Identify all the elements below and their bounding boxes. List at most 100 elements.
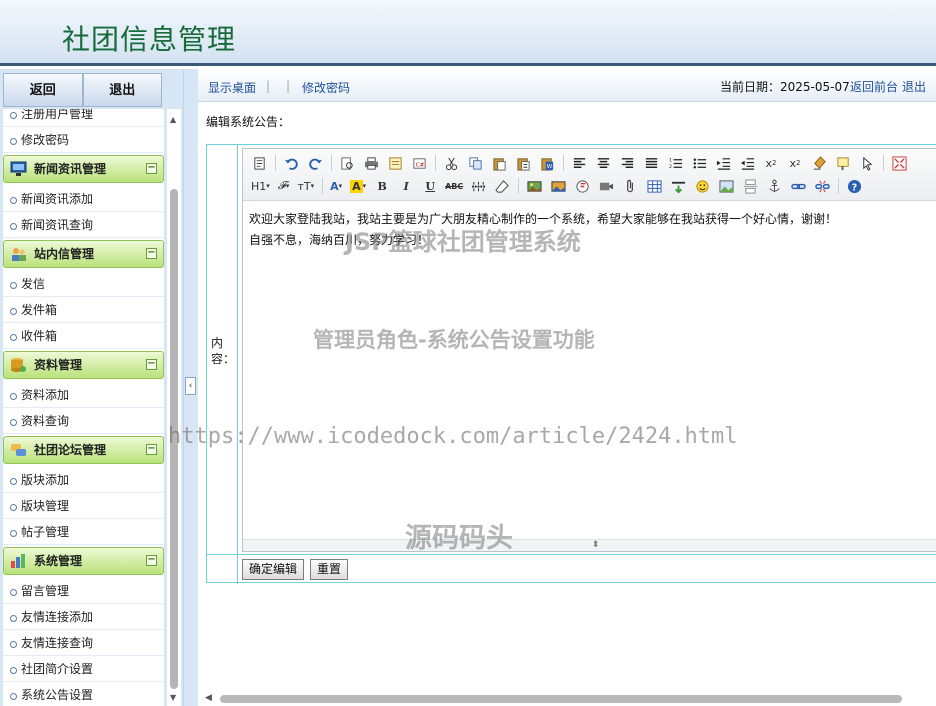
sidebar-item-message-manage[interactable]: 留言管理: [3, 578, 164, 604]
menu-group-forum[interactable]: 社团论坛管理 −: [3, 436, 164, 464]
clear-format-icon[interactable]: [809, 153, 829, 173]
attachment-icon[interactable]: [620, 176, 640, 196]
subscript-icon[interactable]: x2: [761, 153, 781, 173]
insert-row-icon[interactable]: [668, 176, 688, 196]
content-line: 欢迎大家登陆我站，我站主要是为广大朋友精心制作的一个系统，希望大家能够在我站获得…: [249, 212, 838, 226]
image-icon[interactable]: [524, 176, 544, 196]
back-front-link[interactable]: 返回前台: [850, 78, 898, 95]
sidebar-item-link-add[interactable]: 友情连接添加: [3, 604, 164, 630]
menu-group-system[interactable]: 系统管理 −: [3, 547, 164, 575]
paste-word-icon[interactable]: W: [537, 153, 557, 173]
sidebar-item-post-manage[interactable]: 帖子管理: [3, 519, 164, 545]
italic-icon[interactable]: I: [396, 176, 416, 196]
highlight-color-icon[interactable]: A ▾: [348, 176, 368, 196]
undo-icon[interactable]: [281, 153, 301, 173]
sidebar-item-board-add[interactable]: 版块添加: [3, 467, 164, 493]
unordered-list-icon[interactable]: [689, 153, 709, 173]
emoticon-icon[interactable]: [692, 176, 712, 196]
sidebar-item-docs-add[interactable]: 资料添加: [3, 382, 164, 408]
font-family-dropdown[interactable]: 𝓕 ▾: [276, 176, 292, 196]
help-icon[interactable]: ?: [844, 176, 864, 196]
submit-button[interactable]: 确定编辑: [242, 559, 305, 580]
indent-icon[interactable]: [713, 153, 733, 173]
preview-icon[interactable]: [337, 153, 357, 173]
fullscreen-icon[interactable]: [889, 153, 909, 173]
menu-group-label: 站内信管理: [34, 247, 95, 261]
sidebar-item-user-manage[interactable]: 注册用户管理: [3, 109, 164, 127]
collapse-icon[interactable]: −: [146, 163, 157, 174]
logout-link[interactable]: 退出: [902, 78, 926, 95]
flash-icon[interactable]: [572, 176, 592, 196]
sidebar: 返回 退出 注册用户管理 修改密码 新闻资讯管理 − 新闻资讯添加 新闻资讯查询…: [0, 69, 183, 706]
sidebar-item-outbox[interactable]: 发件箱: [3, 297, 164, 323]
scroll-up-icon[interactable]: ▲: [170, 115, 176, 124]
align-left-icon[interactable]: [569, 153, 589, 173]
link-icon[interactable]: [788, 176, 808, 196]
sidebar-item-system-notice[interactable]: 系统公告设置: [3, 682, 164, 706]
back-button[interactable]: 返回: [3, 73, 83, 107]
align-right-icon[interactable]: [617, 153, 637, 173]
template-icon[interactable]: [385, 153, 405, 173]
change-password-link[interactable]: 修改密码: [302, 79, 350, 96]
cut-icon[interactable]: [441, 153, 461, 173]
scroll-left-icon[interactable]: ◀: [205, 693, 212, 703]
unlink-icon[interactable]: [812, 176, 832, 196]
anchor-icon[interactable]: [764, 176, 784, 196]
sidebar-item-news-add[interactable]: 新闻资讯添加: [3, 186, 164, 212]
table-icon[interactable]: [644, 176, 664, 196]
print-icon[interactable]: [361, 153, 381, 173]
paste-text-icon[interactable]: [513, 153, 533, 173]
menu-group-news[interactable]: 新闻资讯管理 −: [3, 155, 164, 183]
copy-icon[interactable]: [465, 153, 485, 173]
picture-icon[interactable]: [716, 176, 736, 196]
font-size-dropdown[interactable]: тT ▾: [295, 176, 316, 196]
sidebar-scrollbar[interactable]: ▲ ▼: [167, 109, 181, 706]
align-center-icon[interactable]: [593, 153, 613, 173]
page-break-icon[interactable]: [740, 176, 760, 196]
collapse-icon[interactable]: −: [146, 248, 157, 259]
sidebar-item-send-mail[interactable]: 发信: [3, 271, 164, 297]
bold-icon[interactable]: B: [372, 176, 392, 196]
strikethrough-icon[interactable]: ABC: [444, 176, 464, 196]
horizontal-scrollbar[interactable]: ◀: [198, 692, 936, 706]
reset-button[interactable]: 重置: [310, 559, 349, 580]
underline-icon[interactable]: U: [420, 176, 440, 196]
sidebar-item-link-query[interactable]: 友情连接查询: [3, 630, 164, 656]
menu-group-label: 资料管理: [34, 358, 83, 372]
collapse-icon[interactable]: −: [146, 444, 157, 455]
editor-content[interactable]: 欢迎大家登陆我站，我站主要是为广大朋友精心制作的一个系统，希望大家能够在我站获得…: [249, 209, 936, 251]
eraser-icon[interactable]: [492, 176, 512, 196]
paste-icon[interactable]: [489, 153, 509, 173]
media-icon[interactable]: [596, 176, 616, 196]
multi-image-icon[interactable]: [548, 176, 568, 196]
collapse-icon[interactable]: −: [146, 555, 157, 566]
menu-group-docs[interactable]: 资料管理 −: [3, 351, 164, 379]
sidebar-item-board-manage[interactable]: 版块管理: [3, 493, 164, 519]
scrollbar-thumb[interactable]: [220, 695, 902, 703]
redo-icon[interactable]: [305, 153, 325, 173]
format-painter-icon[interactable]: [833, 153, 853, 173]
superscript-icon[interactable]: x2: [785, 153, 805, 173]
source-icon[interactable]: [249, 153, 269, 173]
outdent-icon[interactable]: [737, 153, 757, 173]
editor-resize-handle[interactable]: ⬍: [243, 539, 936, 551]
align-justify-icon[interactable]: [641, 153, 661, 173]
show-desktop-link[interactable]: 显示桌面: [208, 79, 256, 96]
scrollbar-thumb[interactable]: [170, 189, 178, 689]
font-color-icon[interactable]: A ▾: [328, 176, 344, 196]
sidebar-item-club-intro[interactable]: 社团简介设置: [3, 656, 164, 682]
heading-dropdown[interactable]: H1 ▾: [249, 176, 272, 196]
ordered-list-icon[interactable]: 12: [665, 153, 685, 173]
sidebar-item-change-password[interactable]: 修改密码: [3, 127, 164, 153]
menu-group-mail[interactable]: 站内信管理 −: [3, 240, 164, 268]
sidebar-item-inbox[interactable]: 收件箱: [3, 323, 164, 349]
collapse-sidebar-icon[interactable]: ‹: [185, 377, 196, 395]
sidebar-item-docs-query[interactable]: 资料查询: [3, 408, 164, 434]
code-icon[interactable]: C#: [409, 153, 429, 173]
scroll-down-icon[interactable]: ▼: [170, 693, 176, 702]
horizontal-rule-icon[interactable]: [468, 176, 488, 196]
sidebar-item-news-query[interactable]: 新闻资讯查询: [3, 212, 164, 238]
collapse-icon[interactable]: −: [146, 359, 157, 370]
logout-button[interactable]: 退出: [82, 73, 162, 107]
select-all-icon[interactable]: [857, 153, 877, 173]
